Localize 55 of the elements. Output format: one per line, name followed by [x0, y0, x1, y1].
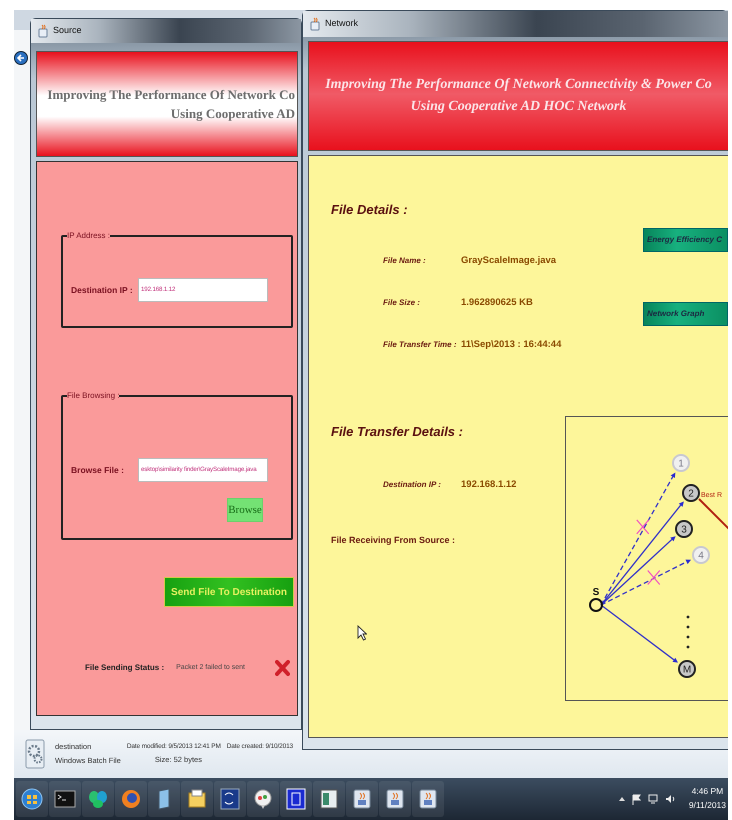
banner-title: Using Cooperative AD HOC Network [410, 98, 626, 116]
coffee-cup-icon[interactable] [384, 788, 406, 810]
field-value: GrayScaleImage.java [461, 254, 556, 268]
field-label: Browse File : [71, 464, 125, 476]
field-value: 1.962890625 KB [461, 296, 533, 310]
network-node: 2 [682, 484, 700, 502]
cursor-icon [357, 625, 367, 641]
chat-bubble-icon[interactable] [252, 788, 274, 810]
tray-arrow-icon[interactable] [618, 795, 625, 803]
field-label: File Name : [383, 254, 427, 267]
window-icon[interactable] [318, 788, 340, 810]
globe-icon[interactable] [120, 788, 142, 810]
window-title: Source [53, 24, 82, 38]
network-node: M [678, 660, 696, 678]
network-node: 3 [675, 520, 693, 538]
route-line [698, 498, 728, 530]
field-label: File Size : [383, 296, 421, 309]
cross-mark [636, 520, 650, 535]
network-node: 4 [692, 546, 710, 564]
banner-title: Improving The Performance Of Network Connectivity & Power Co [325, 76, 712, 94]
coffee-cup-icon[interactable] [417, 788, 439, 810]
banner-title: Using Cooperative AD [170, 105, 295, 123]
action-button[interactable]: Network Graph [643, 302, 728, 326]
ellipsis-dots-icon [686, 616, 690, 649]
gears-icon [25, 738, 45, 770]
speaker-icon[interactable] [664, 794, 675, 804]
folder-icon[interactable] [186, 788, 208, 810]
browse-button[interactable]: Browse [227, 498, 263, 522]
field-label: File Receiving From Source : [331, 534, 456, 547]
status-label: File Sending Status : [85, 662, 164, 674]
field-label: Destination IP : [71, 284, 134, 296]
window-title: Network [325, 17, 358, 30]
flag-icon[interactable] [632, 794, 641, 804]
app-icon [37, 24, 49, 38]
field-value: 11\Sep\2013 : 16:44:44 [461, 338, 562, 352]
group-legend: File Browsing : [67, 392, 120, 400]
group-legend: IP Address : [67, 232, 110, 240]
cross-mark [647, 570, 660, 586]
field-label: Destination IP : [383, 478, 442, 491]
app-icon [309, 17, 321, 31]
butterfly-icon[interactable] [87, 788, 109, 810]
coffee-cup-icon[interactable] [351, 788, 373, 810]
banner-title: Improving The Performance Of Network Co [47, 86, 295, 104]
field-label: File Transfer Time : [383, 339, 458, 352]
field-value: 192.168.1.12 [461, 478, 516, 492]
app-tile-icon[interactable] [219, 788, 241, 810]
monitor-icon[interactable] [648, 794, 658, 804]
clock-time[interactable]: 4:46 PM [688, 785, 726, 799]
clock-date[interactable]: 9/11/2013 [688, 799, 726, 813]
action-button[interactable]: Energy Efficiency C [643, 228, 728, 252]
terminal-icon[interactable] [54, 788, 76, 810]
section-heading: File Details : [331, 201, 409, 219]
section-heading: File Transfer Details : [331, 423, 464, 442]
start-orb-icon[interactable] [21, 788, 43, 810]
network-node: 1 [672, 454, 690, 472]
